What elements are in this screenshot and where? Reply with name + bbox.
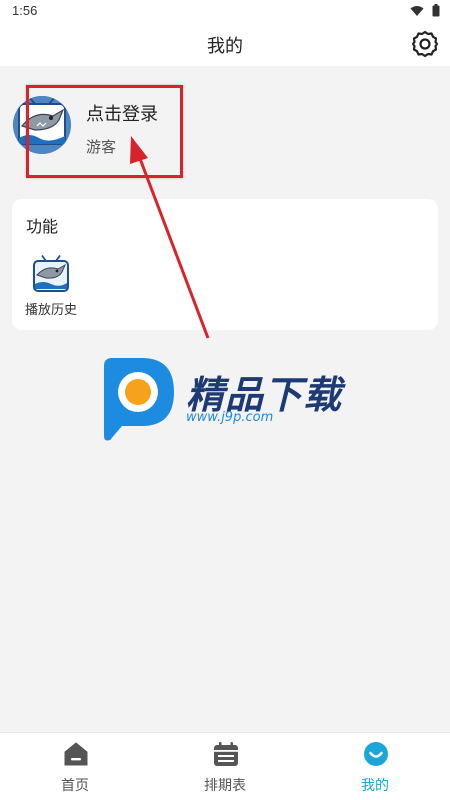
tab-schedule-label: 排期表 <box>204 778 246 794</box>
battery-icon <box>432 4 440 17</box>
functions-title: 功能 <box>26 217 59 236</box>
page-title: 我的 <box>207 36 243 57</box>
play-history-button[interactable]: 播放历史 <box>20 251 82 323</box>
app-header: 我的 <box>0 22 450 66</box>
watermark-p-icon <box>104 358 174 441</box>
tab-mine[interactable]: 我的 <box>335 733 415 800</box>
gear-icon <box>411 30 439 58</box>
shark-tv-icon <box>33 255 69 292</box>
bottom-tab-bar: 首页 排期表 我的 <box>0 732 450 800</box>
smile-icon <box>364 742 388 766</box>
home-icon <box>64 742 88 766</box>
annotation-highlight-box <box>26 85 183 178</box>
tab-home[interactable]: 首页 <box>35 733 115 800</box>
status-icons <box>410 4 440 17</box>
calendar-icon <box>214 742 238 766</box>
status-bar: 1:56 <box>0 0 450 22</box>
watermark-url: www.j9p.com <box>186 410 274 425</box>
status-time: 1:56 <box>12 3 38 18</box>
play-history-label: 播放历史 <box>24 303 77 318</box>
tab-schedule[interactable]: 排期表 <box>185 733 265 800</box>
tab-mine-label: 我的 <box>361 778 389 794</box>
wifi-icon <box>410 5 424 16</box>
settings-button[interactable] <box>410 29 440 59</box>
tab-home-label: 首页 <box>61 778 89 794</box>
functions-card: 功能 播放历史 <box>12 199 438 330</box>
watermark-logo: 精品下载 www.j9p.com <box>98 356 358 446</box>
